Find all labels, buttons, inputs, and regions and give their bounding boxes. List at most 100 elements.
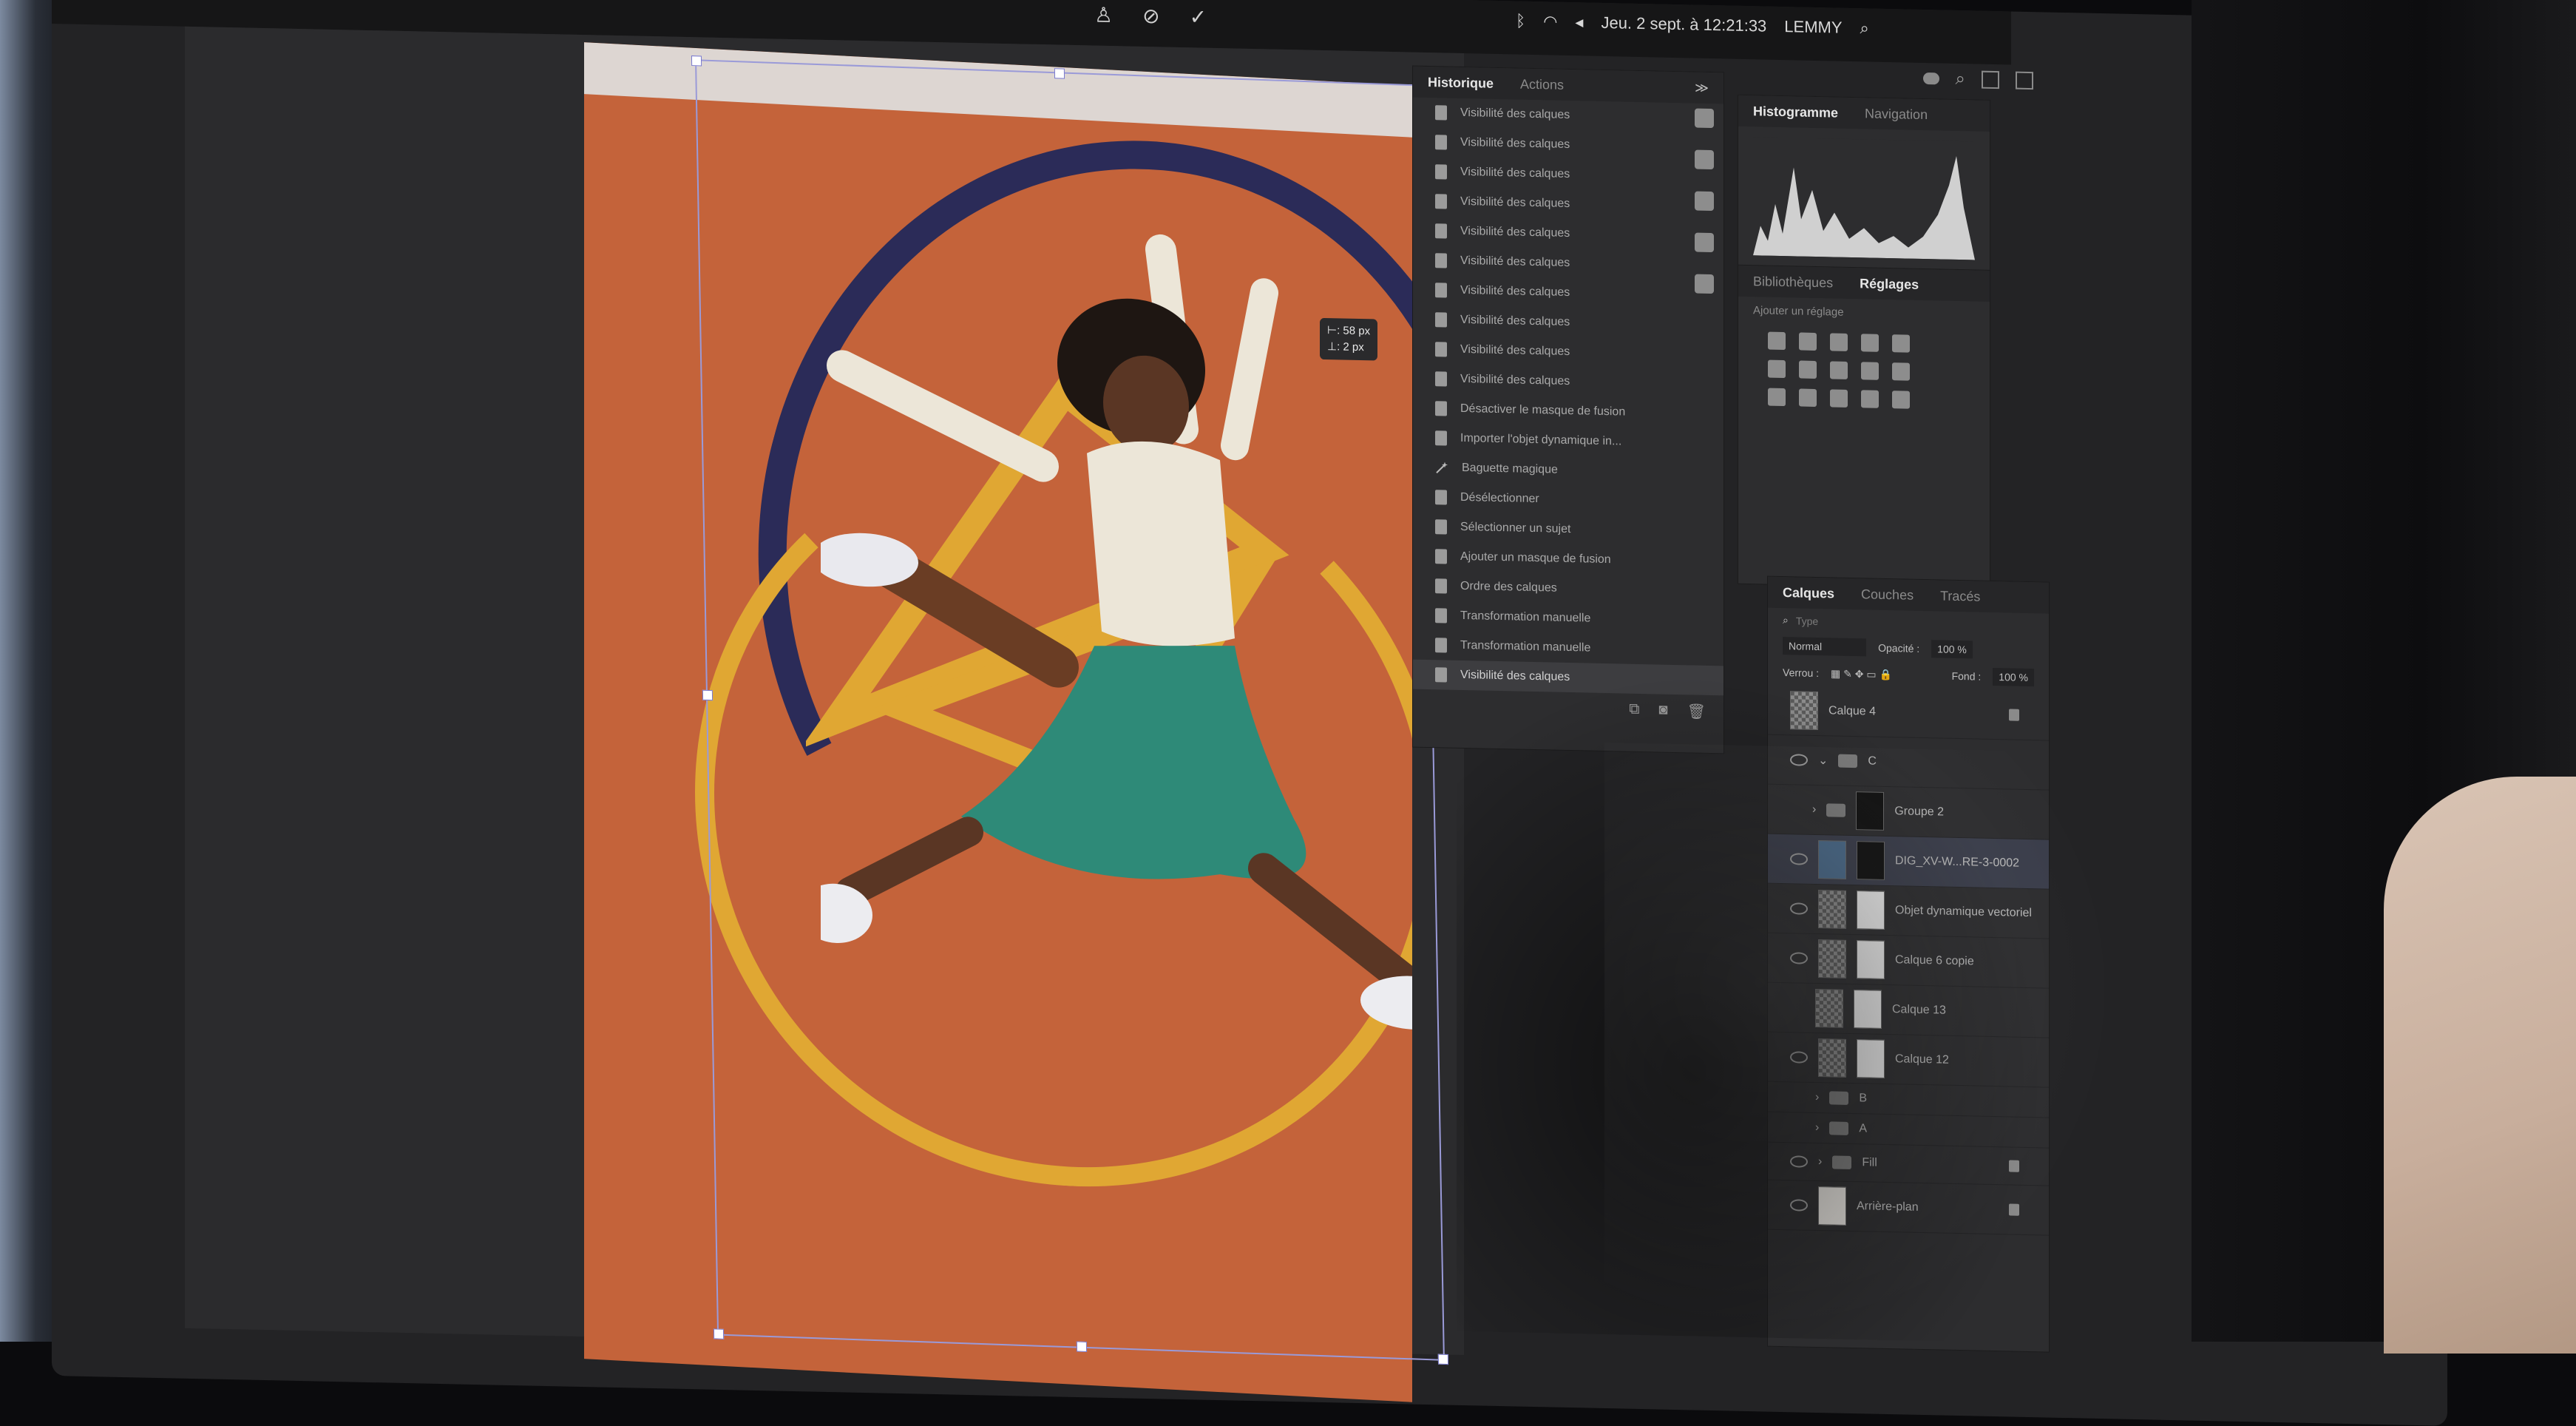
share-icon[interactable] <box>2016 71 2033 90</box>
brightness-contrast-icon[interactable] <box>1768 331 1786 351</box>
trash-icon[interactable]: 🗑 <box>1687 702 1706 721</box>
invert-icon[interactable] <box>1768 388 1786 407</box>
snapshot-camera-icon[interactable]: ◙ <box>1659 702 1668 720</box>
chevron-down-icon[interactable]: ⌄ <box>1818 753 1828 768</box>
wifi-icon[interactable]: ◠ <box>1543 12 1557 31</box>
layer-mask-thumbnail <box>1857 940 1885 979</box>
transform-handle-bm[interactable] <box>1076 1341 1088 1352</box>
transform-handle-br[interactable] <box>1437 1354 1449 1365</box>
chevron-right-icon[interactable]: › <box>1812 803 1816 817</box>
selective-color-icon[interactable] <box>1892 391 1910 409</box>
info-icon[interactable] <box>1695 232 1714 253</box>
tab-histogramme[interactable]: Histogramme <box>1753 104 1838 121</box>
chevron-right-icon[interactable]: › <box>1815 1091 1819 1104</box>
menubar-user[interactable]: LEMMY <box>1784 17 1842 38</box>
fill-value[interactable]: 100 % <box>1993 667 2034 687</box>
transform-handle-tl[interactable] <box>691 55 702 67</box>
gradient-map-icon[interactable] <box>1861 390 1879 408</box>
lock-icons[interactable]: ▦ ✎ ✥ ▭ 🔒 <box>1831 667 1892 681</box>
history-item-label: Visibilité des calques <box>1460 165 1570 181</box>
transform-bounding-box[interactable] <box>691 55 1449 1365</box>
transform-handle-bl[interactable] <box>713 1328 725 1339</box>
history-item-label: Visibilité des calques <box>1460 342 1570 359</box>
layer-thumbnail <box>1815 988 1843 1028</box>
lock-icon <box>2009 1160 2019 1172</box>
chevron-right-icon[interactable]: › <box>1815 1121 1819 1135</box>
search-icon[interactable]: ⌕ <box>1956 69 1965 89</box>
workspace-icon[interactable] <box>1982 70 1999 89</box>
transform-handle-ml[interactable] <box>702 689 714 701</box>
cancel-transform-icon[interactable]: ⊘ <box>1142 4 1159 28</box>
opacity-label: Opacité : <box>1878 641 1920 655</box>
eye-icon[interactable] <box>1790 902 1808 915</box>
folder-icon <box>1838 754 1858 768</box>
volume-icon[interactable]: ◂ <box>1575 13 1583 32</box>
photo-filter-icon[interactable] <box>1861 362 1879 380</box>
play-action-icon[interactable] <box>1695 149 1714 170</box>
search-icon: ⌕ <box>1783 614 1789 626</box>
magic-wand-icon <box>1436 462 1448 473</box>
hue-saturation-icon[interactable] <box>1768 359 1786 379</box>
user-icon[interactable]: ♙ <box>1094 3 1113 28</box>
eye-icon[interactable] <box>1790 1051 1808 1064</box>
new-document-from-state-icon[interactable]: ⧉ <box>1629 701 1639 720</box>
transform-handle-tm[interactable] <box>1054 68 1065 79</box>
layer-row-selected[interactable]: DIG_XV-W...RE-3-0002 <box>1768 834 2049 890</box>
threshold-icon[interactable] <box>1830 389 1848 408</box>
tab-traces[interactable]: Tracés <box>1940 588 1980 604</box>
layer-group-row[interactable]: ⌄ C <box>1768 734 2049 791</box>
bluetooth-icon[interactable]: ᛒ <box>1516 11 1525 30</box>
layer-row[interactable]: Calque 4 <box>1768 685 2049 741</box>
tab-historique[interactable]: Historique <box>1428 74 1494 91</box>
spotlight-search-icon[interactable]: ⌕ <box>1860 18 1869 38</box>
layer-row[interactable]: Arrière-plan <box>1768 1180 2049 1236</box>
layer-row[interactable]: Calque 13 <box>1768 982 2049 1038</box>
history-item-label: Visibilité des calques <box>1460 254 1570 270</box>
cloud-icon[interactable] <box>1922 72 1939 85</box>
eye-icon[interactable] <box>1790 853 1808 865</box>
tab-couches[interactable]: Couches <box>1861 587 1914 603</box>
document-canvas[interactable]: ⊢: 58 px ⊥: 2 px <box>185 26 1464 1402</box>
adjustments-icon[interactable] <box>1695 191 1714 212</box>
menubar-datetime[interactable]: Jeu. 2 sept. à 12:21:33 <box>1601 13 1766 36</box>
opacity-value[interactable]: 100 % <box>1931 640 1973 659</box>
black-white-icon[interactable] <box>1830 361 1848 379</box>
layers-list: Calque 4 ⌄ C › Groupe 2 DIG_XV-W...RE-3-00… <box>1768 685 2049 1236</box>
layer-row[interactable]: Objet dynamique vectoriel <box>1768 883 2049 939</box>
photoshop-screen: ♙ ⊘ ✓ ᛒ ◠ ◂ Jeu. 2 sept. à 12:21:33 LEMM… <box>52 0 2447 1426</box>
layer-row[interactable]: Calque 12 <box>1768 1032 2049 1088</box>
commit-transform-icon[interactable]: ✓ <box>1190 4 1207 29</box>
color-balance-icon[interactable] <box>1799 360 1817 379</box>
exposure-icon[interactable] <box>1861 334 1879 352</box>
tab-actions[interactable]: Actions <box>1520 76 1564 92</box>
layer-filter-input[interactable]: Type <box>1796 615 1818 627</box>
eye-icon[interactable] <box>1790 754 1808 766</box>
eye-icon[interactable] <box>1790 952 1808 964</box>
folder-icon <box>1826 803 1846 817</box>
history-item-label: Importer l'objet dynamique in... <box>1460 431 1622 448</box>
posterize-icon[interactable] <box>1799 388 1817 408</box>
levels-icon[interactable] <box>1799 332 1817 351</box>
blend-mode-select[interactable]: Normal <box>1783 637 1867 657</box>
tab-bibliotheques[interactable]: Bibliothèques <box>1753 274 1833 291</box>
curves-icon[interactable] <box>1830 333 1848 351</box>
properties-icon[interactable] <box>1695 274 1714 294</box>
eye-icon[interactable] <box>1790 1155 1808 1168</box>
history-brush-icon[interactable] <box>1695 108 1714 129</box>
layer-row[interactable]: Calque 6 copie <box>1768 933 2049 989</box>
chevron-right-icon[interactable]: › <box>1818 1155 1822 1169</box>
document-icon <box>1435 342 1447 357</box>
tab-navigation[interactable]: Navigation <box>1865 106 1928 123</box>
eye-icon[interactable] <box>1790 1199 1808 1212</box>
channel-mixer-icon[interactable] <box>1892 362 1910 381</box>
history-item-label: Baguette magique <box>1462 461 1558 476</box>
adjustments-panel: Bibliothèques Réglages Ajouter un réglag… <box>1738 264 1990 589</box>
document-icon <box>1435 312 1447 328</box>
document-icon <box>1435 608 1447 624</box>
tab-calques[interactable]: Calques <box>1783 585 1834 601</box>
layer-group-row[interactable]: › Groupe 2 <box>1768 784 2049 840</box>
layer-group-row[interactable]: › Fill <box>1768 1142 2049 1186</box>
tab-reglages[interactable]: Réglages <box>1860 276 1919 293</box>
document-icon <box>1435 135 1447 150</box>
vibrance-icon[interactable] <box>1892 334 1910 353</box>
